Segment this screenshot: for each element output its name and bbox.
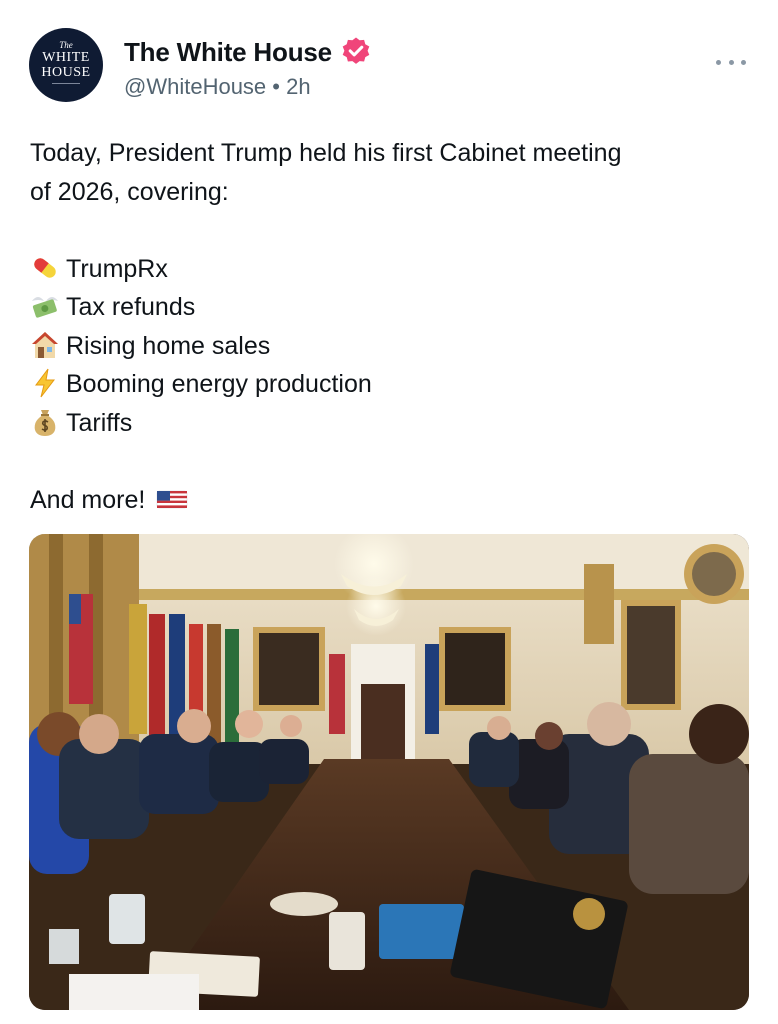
list-item: TrumpRx <box>30 250 750 289</box>
us-flag-emoji-icon <box>157 490 188 508</box>
post-text: Today, President Trump held his first Ca… <box>30 134 750 519</box>
post-time[interactable]: 2h <box>286 74 310 99</box>
money-with-wings-emoji-icon <box>32 297 58 318</box>
handle-row: @WhiteHouse • 2h <box>124 74 311 100</box>
author-handle[interactable]: @WhiteHouse <box>124 74 266 99</box>
avatar-text-the: The <box>59 40 73 50</box>
list-item: Rising home sales <box>30 327 750 366</box>
pill-emoji-icon <box>34 257 56 278</box>
list-item-label: Tax refunds <box>66 293 196 321</box>
list-item: Tariffs <box>30 404 750 443</box>
house-emoji-icon <box>32 331 58 358</box>
post-header: The WHITE HOUSE The White House @WhiteHo… <box>0 0 778 120</box>
photo-cabinet-meeting-icon <box>29 534 749 1010</box>
avatar-text-house: HOUSE <box>41 65 91 80</box>
author-name-row: The White House <box>124 32 372 72</box>
author-name[interactable]: The White House <box>124 37 332 68</box>
lightning-emoji-icon <box>35 368 56 398</box>
list-item: Tax refunds <box>30 288 750 327</box>
avatar-text-white: WHITE <box>42 50 90 65</box>
avatar-underline <box>52 83 80 84</box>
list-item-label: Booming energy production <box>66 370 372 398</box>
list-item-label: Rising home sales <box>66 331 271 360</box>
post-text-line: Today, President Trump held his first Ca… <box>30 139 622 167</box>
avatar[interactable]: The WHITE HOUSE <box>29 28 103 102</box>
more-dot <box>716 59 721 65</box>
meta-separator: • <box>272 74 280 99</box>
more-dot <box>728 59 734 65</box>
more-horizontal-icon[interactable] <box>716 52 746 72</box>
verified-badge-icon <box>342 37 370 64</box>
post-text-line: And more! <box>30 481 750 520</box>
list-item-label: TrumpRx <box>66 254 168 283</box>
money-bag-emoji-icon <box>34 409 56 436</box>
post-text-line: of 2026, covering: <box>30 177 229 206</box>
post-image[interactable] <box>29 534 749 1010</box>
more-dot <box>741 59 746 65</box>
list-item-label: Tariffs <box>66 408 133 437</box>
outro-text: And more! <box>30 485 146 514</box>
list-item: Booming energy production <box>30 365 750 404</box>
